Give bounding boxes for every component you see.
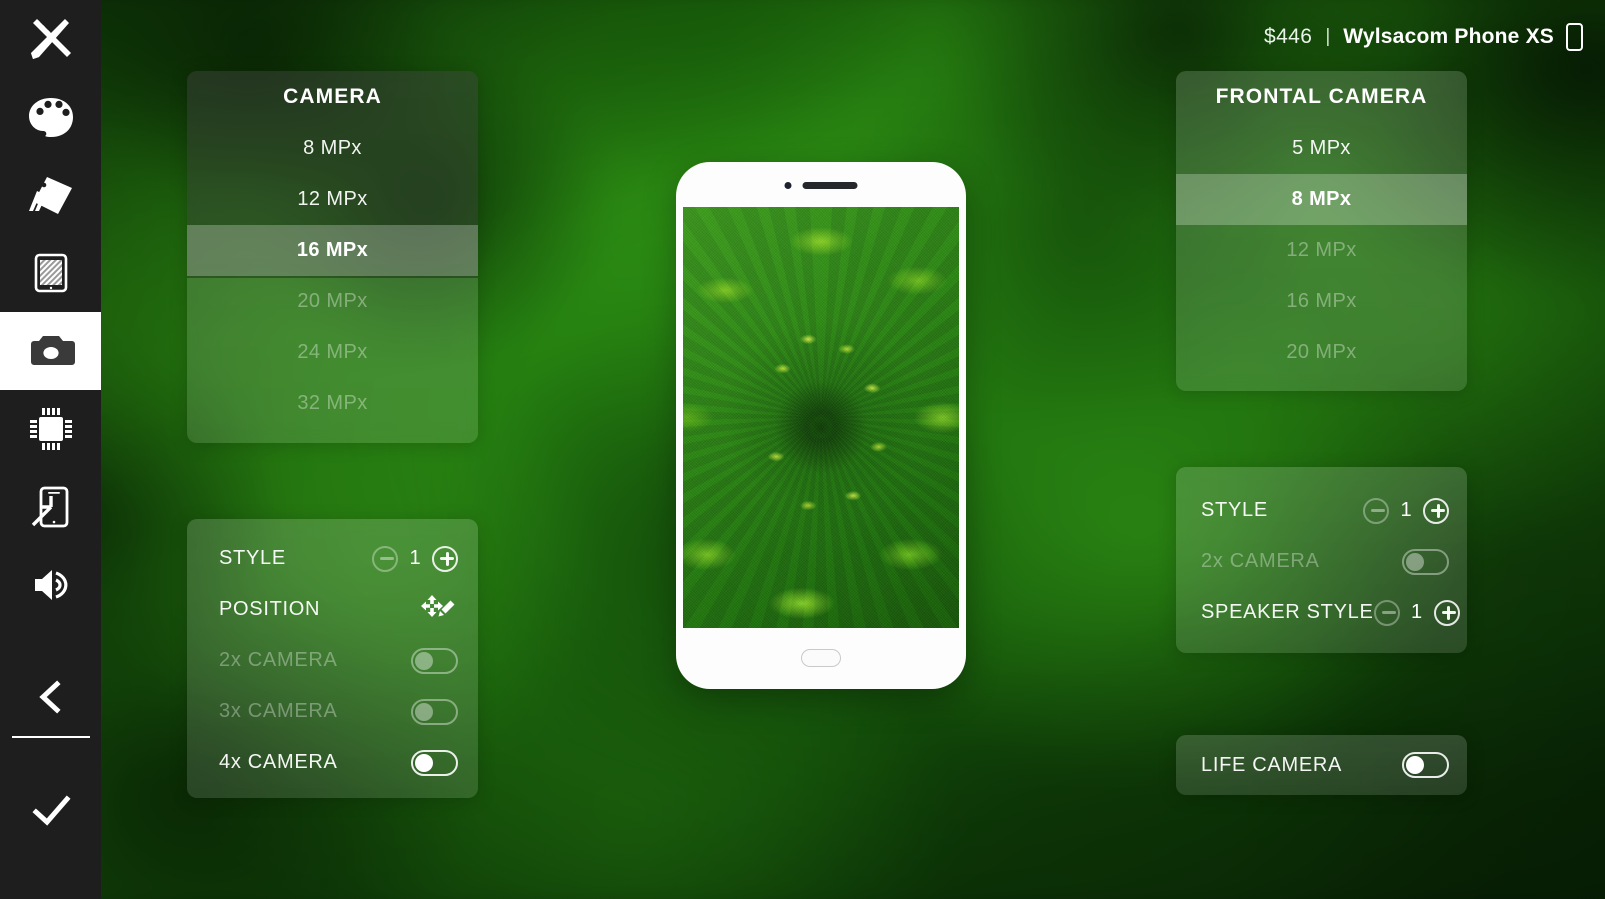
style-label: STYLE [219,547,286,569]
speaker-style-increment-button[interactable] [1433,599,1460,626]
sidebar-item-color[interactable] [0,78,101,156]
frontal-style-value: 1 [1400,499,1412,521]
option-row-4x-camera: 4x CAMERA [187,737,478,788]
option-row-position: POSITION [187,584,478,635]
speaker-style-value: 1 [1410,601,1423,623]
confirm-button[interactable] [0,772,101,850]
frontal-camera-panel: FRONTAL CAMERA 5 MPx 8 MPx 12 MPx 16 MPx… [1176,71,1467,391]
phone-earpiece-group [784,182,858,189]
materials-icon [28,177,72,214]
camera-option-20mpx[interactable]: 20 MPx [187,276,478,327]
sidebar-item-design[interactable] [0,0,101,78]
2x-camera-toggle[interactable] [411,647,458,674]
camera-option-32mpx[interactable]: 32 MPx [187,378,478,429]
frontal-style-label: STYLE [1201,499,1268,521]
option-row-frontal-style: STYLE 1 [1176,485,1467,536]
position-label: POSITION [219,598,321,620]
header-bar: $446 | Wylsacom Phone XS [1264,0,1605,74]
camera-panel: CAMERA 8 MPx 12 MPx 16 MPx 20 MPx 24 MPx… [187,71,478,443]
style-value: 1 [409,547,421,569]
frontal-options-panel: STYLE 1 2x CAMERA SPEAKER STYLE 1 [1176,467,1467,653]
life-camera-toggle[interactable] [1402,752,1449,778]
option-row-style: STYLE 1 [187,533,478,584]
option-row-3x-camera: 3x CAMERA [187,686,478,737]
3x-camera-label: 3x CAMERA [219,700,338,722]
frontal-option-8mpx[interactable]: 8 MPx [1176,174,1467,225]
sidebar-item-material[interactable] [0,156,101,234]
camera-options-panel: STYLE 1 POSITION 2x CAMERA 3x CAMERA 4x … [187,519,478,798]
option-row-frontal-2x-camera: 2x CAMERA [1176,536,1467,587]
ruler-pencil-icon [30,19,71,59]
style-increment-button[interactable] [432,545,458,572]
frontal-option-5mpx[interactable]: 5 MPx [1176,123,1467,174]
speaker-icon [34,570,67,600]
option-row-speaker-style: SPEAKER STYLE 1 [1176,587,1467,638]
4x-camera-toggle[interactable] [411,749,458,776]
connectivity-icon [31,486,68,528]
phone-screen [683,207,959,628]
left-sidebar [0,0,101,899]
sidebar-item-camera[interactable] [0,312,101,390]
camera-option-8mpx[interactable]: 8 MPx [187,123,478,174]
frontal-style-increment-button[interactable] [1423,497,1449,524]
2x-camera-label: 2x CAMERA [219,649,338,671]
sidebar-item-connectivity[interactable] [0,468,101,546]
4x-camera-label: 4x CAMERA [219,751,338,773]
model-name-label: Wylsacom Phone XS [1343,25,1554,48]
header-separator: | [1325,26,1331,47]
camera-icon [29,336,75,365]
position-control[interactable] [418,592,458,628]
back-button[interactable] [0,658,101,736]
position-move-wand-icon[interactable] [418,592,458,628]
frontal-option-16mpx[interactable]: 16 MPx [1176,276,1467,327]
chevron-left-icon [38,680,61,714]
option-row-life-camera: LIFE CAMERA [1176,735,1467,795]
sidebar-item-screen[interactable] [0,234,101,312]
camera-panel-title: CAMERA [283,85,382,108]
camera-option-16mpx[interactable]: 16 MPx [187,225,478,276]
style-stepper: 1 [372,545,458,572]
sidebar-divider [11,736,90,738]
front-camera-dot [784,182,792,189]
style-decrement-button[interactable] [372,545,398,572]
frontal-panel-title: FRONTAL CAMERA [1215,85,1428,108]
wallpaper-grain-overlay [683,207,959,628]
palette-icon [28,98,73,137]
phone-icon [1566,23,1583,51]
life-camera-label: LIFE CAMERA [1201,753,1343,776]
phone-preview[interactable] [676,162,966,689]
check-icon [31,795,71,826]
price-label: $446 [1263,25,1313,48]
3x-camera-toggle[interactable] [411,698,458,725]
camera-option-24mpx[interactable]: 24 MPx [187,327,478,378]
speaker-style-decrement-button[interactable] [1373,599,1400,626]
option-row-2x-camera: 2x CAMERA [187,635,478,686]
chip-icon [29,408,72,450]
sidebar-item-sound[interactable] [0,546,101,624]
speaker-style-label: SPEAKER STYLE [1201,601,1374,623]
earpiece-grille [802,182,858,189]
home-button[interactable] [801,649,841,667]
life-camera-panel: LIFE CAMERA [1176,735,1467,795]
frontal-option-20mpx[interactable]: 20 MPx [1176,327,1467,378]
frontal-2x-camera-toggle[interactable] [1402,548,1449,575]
sidebar-item-processor[interactable] [0,390,101,468]
frontal-style-decrement-button[interactable] [1363,497,1389,524]
frontal-option-12mpx[interactable]: 12 MPx [1176,225,1467,276]
app-root: $446 | Wylsacom Phone XS CAMERA 8 MPx 12… [0,0,1605,899]
camera-option-12mpx[interactable]: 12 MPx [187,174,478,225]
screen-icon [34,253,67,293]
frontal-2x-camera-label: 2x CAMERA [1201,550,1320,572]
